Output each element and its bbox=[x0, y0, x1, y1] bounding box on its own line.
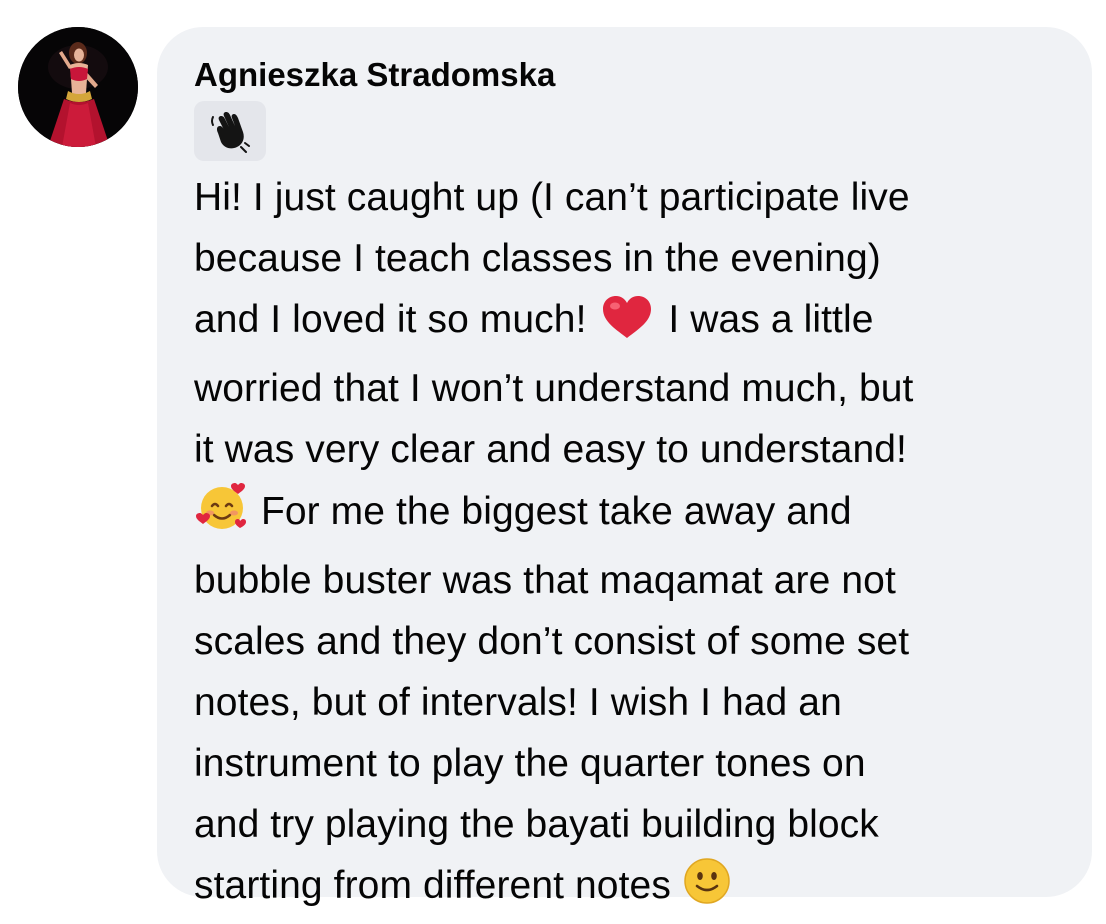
comment-line: Hi! I just caught up (I can’t participat… bbox=[194, 176, 910, 219]
comment-fragment: I was a little bbox=[668, 298, 874, 341]
comment-line: starting from different notes bbox=[194, 855, 1074, 924]
slightly-smiling-face-emoji bbox=[682, 856, 732, 924]
comment-line: worried that I won’t understand much, bu… bbox=[194, 367, 914, 410]
waving-hand-icon bbox=[211, 112, 250, 153]
comment-text: Hi! I just caught up (I can’t participat… bbox=[194, 167, 1074, 924]
comment-line: instrument to play the quarter tones on bbox=[194, 742, 866, 785]
comment-fragment: and I loved it so much! bbox=[194, 298, 587, 341]
comment-bubble: Agnieszka Stradomska Hi! I just caught u… bbox=[157, 27, 1092, 907]
smiling-face-with-hearts-emoji bbox=[194, 480, 250, 550]
comment-line: and I loved it so much! I was a little bbox=[194, 289, 1074, 358]
comment-line: because I teach classes in the evening) bbox=[194, 237, 881, 280]
red-heart-emoji bbox=[597, 294, 657, 358]
comment-line: and try playing the bayati building bloc… bbox=[194, 803, 879, 846]
comment-line: it was very clear and easy to understand… bbox=[194, 428, 907, 471]
avatar-photo bbox=[18, 27, 138, 147]
comment-line: notes, but of intervals! I wish I had an bbox=[194, 681, 842, 724]
avatar[interactable] bbox=[18, 27, 138, 147]
comment-author[interactable]: Agnieszka Stradomska bbox=[194, 55, 1092, 95]
comment-line: scales and they don’t consist of some se… bbox=[194, 620, 910, 663]
comment-line: For me the biggest take away and bbox=[194, 480, 1074, 550]
comment-fragment: starting from different notes bbox=[194, 864, 671, 907]
comment-fragment: For me the biggest take away and bbox=[260, 490, 852, 533]
sticker-chip bbox=[194, 101, 266, 161]
comment-line: bubble buster was that maqamat are not bbox=[194, 559, 896, 602]
